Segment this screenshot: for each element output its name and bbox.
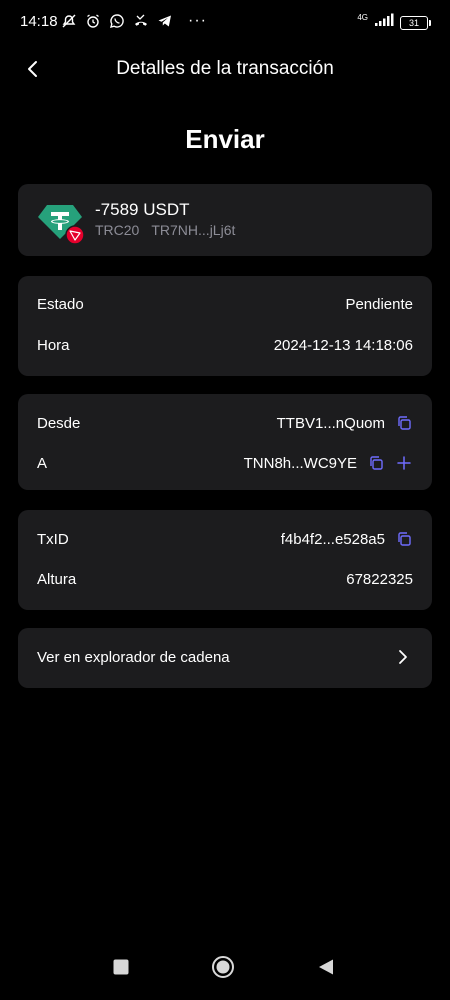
explorer-label: Ver en explorador de cadena [37,649,230,666]
a-row: A TNN8h...WC9YE [37,454,413,472]
status-time: 14:18 [20,13,58,30]
a-address: TNN8h...WC9YE [243,454,357,472]
header-title: Detalles de la transacción [116,58,334,79]
a-value-group: TNN8h...WC9YE [244,454,413,472]
altura-label: Altura [37,571,77,588]
whatsapp-icon [108,12,126,30]
tx-card: TxID f4b4f2...e528a5 Altura 67822325 [18,510,432,610]
hora-label: Hora [37,337,70,354]
battery-icon: 31 [400,15,431,30]
status-badge: Pendiente [345,296,413,313]
txid-row: TxID f4b4f2...e528a5 [37,530,413,548]
txid-value: f4b4f2...e528a5 [280,530,385,548]
signal-icon [374,13,394,32]
mute-icon [60,12,78,30]
recents-button[interactable] [106,952,136,982]
estado-label: Estado [37,296,84,313]
desde-address: TTBV1...nQuom [276,414,385,432]
hora-row: Hora 2024-12-13 14:18:06 [37,337,413,354]
back-nav-button[interactable] [311,952,341,982]
desde-row: Desde TTBV1...nQuom [37,414,413,432]
alarm-icon [84,12,102,30]
status-card: Estado Pendiente Hora 2024-12-13 14:18:0… [18,276,432,376]
copy-icon[interactable] [395,414,413,432]
telegram-icon [156,12,174,30]
header: Detalles de la transacción [0,48,450,88]
asset-network: TRC20 [95,222,140,238]
home-button[interactable] [208,952,238,982]
status-notification-icons: ··· [60,12,207,30]
status-bar: 14:18 ··· 4G 31 [0,0,450,44]
altura-value: 67822325 [346,571,413,588]
altura-row: Altura 67822325 [37,571,413,588]
add-contact-icon[interactable] [395,454,413,472]
more-notifications: ··· [188,12,207,29]
txid-label: TxID [37,530,69,548]
hora-value: 2024-12-13 14:18:06 [273,337,413,354]
copy-icon[interactable] [395,530,413,548]
page-title: Enviar [185,124,265,154]
tron-icon [65,225,85,245]
desde-label: Desde [37,414,81,432]
missed-call-icon [132,12,150,30]
network-type: 4G [357,13,368,22]
copy-icon[interactable] [367,454,385,472]
a-label: A [37,454,48,472]
tether-icon [37,201,85,245]
txid-value-group: f4b4f2...e528a5 [281,530,413,548]
view-in-explorer-button[interactable]: Ver en explorador de cadena [18,628,432,688]
asset-card: -7589 USDT TRC20 TR7NH...jLj6t [18,184,432,256]
asset-address: TR7NH...jLj6t [151,222,236,238]
estado-row: Estado Pendiente [37,296,413,313]
asset-subline: TRC20 TR7NH...jLj6t [95,222,235,238]
addresses-card: Desde TTBV1...nQuom A TNN8h...WC9YE [18,394,432,490]
chevron-right-icon [394,648,412,666]
status-right: 4G 31 [357,13,431,32]
asset-amount: -7589 USDT [95,200,190,219]
desde-value-group: TTBV1...nQuom [277,414,413,432]
system-nav-bar [0,944,450,1000]
